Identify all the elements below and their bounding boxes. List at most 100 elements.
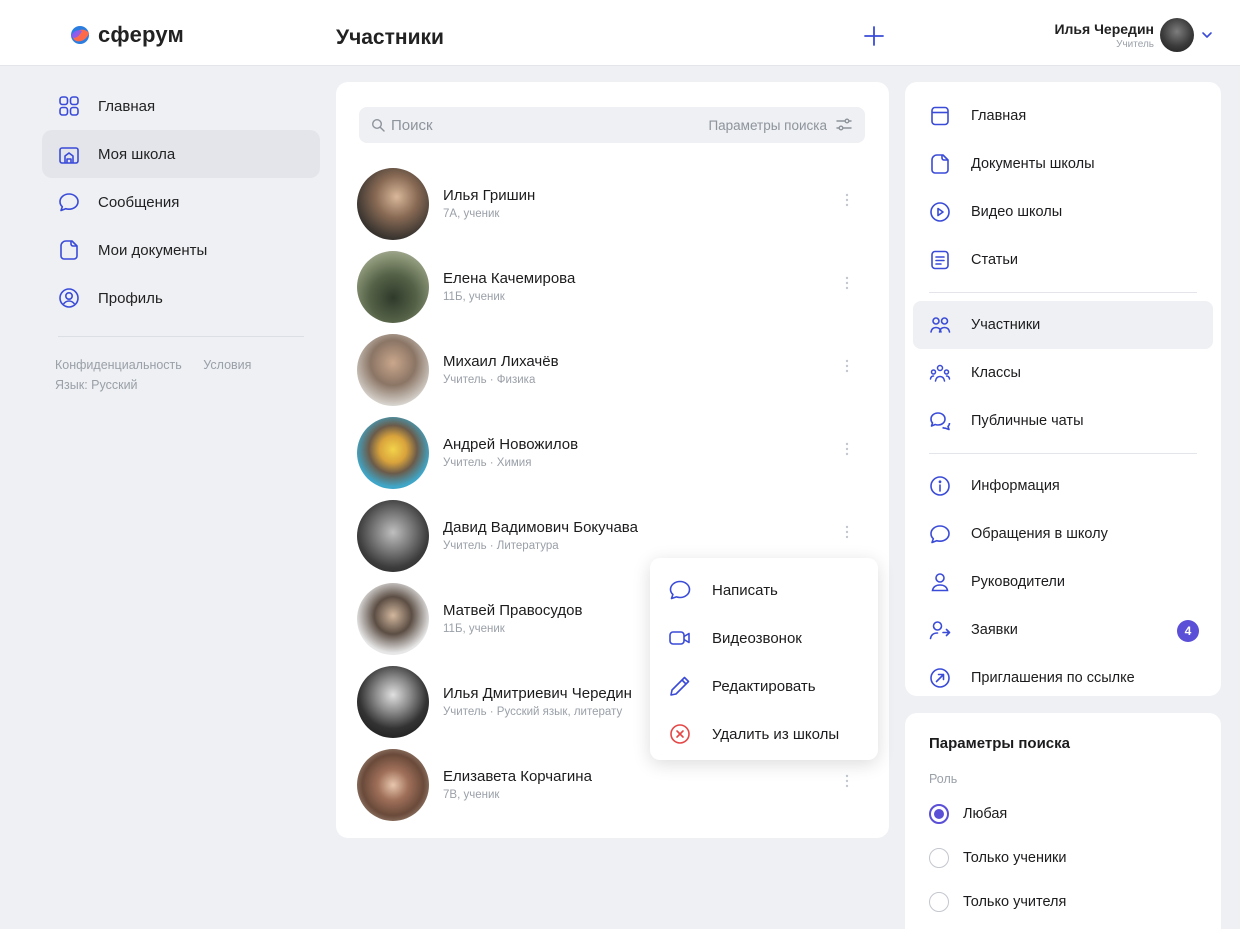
member-name: Илья Гришин [443, 187, 536, 204]
more-vertical-icon[interactable] [843, 275, 851, 291]
menu-item-remove[interactable]: Удалить из школы [650, 710, 878, 758]
member-name: Андрей Новожилов [443, 436, 579, 453]
school-menu-item-appeals[interactable]: Обращения в школу [905, 510, 1221, 558]
member-name: Елена Качемирова [443, 270, 576, 287]
more-vertical-icon[interactable] [843, 441, 851, 457]
school-menu-label: Публичные чаты [971, 413, 1084, 429]
member-row[interactable]: Андрей Новожилов Учитель · Химия [357, 411, 877, 494]
school-menu-item-articles[interactable]: Статьи [905, 236, 1221, 284]
article-icon [931, 250, 949, 270]
person-icon [931, 573, 949, 592]
menu-item-label: Видеозвонок [712, 629, 802, 647]
document-icon [931, 154, 949, 174]
school-menu-item-public-chats[interactable]: Публичные чаты [905, 397, 1221, 445]
search-bar[interactable]: Параметры поиска [359, 107, 865, 143]
filter-icon [836, 118, 852, 131]
info-icon [930, 476, 950, 496]
school-menu-item-info[interactable]: Информация [905, 462, 1221, 510]
member-row[interactable]: Елена Качемирова 11Б, ученик [357, 245, 877, 328]
member-row[interactable]: Илья Гришин 7А, ученик [357, 162, 877, 245]
chevron-down-icon[interactable] [1200, 28, 1214, 42]
nav-item-label: Профиль [98, 289, 163, 307]
search-params-label: Параметры поиска [708, 117, 827, 133]
school-menu-item-home[interactable]: Главная [905, 92, 1221, 140]
user-menu[interactable]: Илья Чередин Учитель [1054, 18, 1214, 52]
radio-unchecked-icon [929, 892, 949, 912]
nav-item-my-documents[interactable]: Мои документы [42, 226, 320, 274]
school-menu-label: Обращения в школу [971, 526, 1108, 542]
more-vertical-icon[interactable] [843, 192, 851, 208]
member-name: Илья Дмитриевич Чередин [443, 685, 632, 702]
member-name: Давид Вадимович Бокучава [443, 519, 638, 536]
avatar [357, 167, 429, 240]
member-name: Елизавета Корчагина [443, 768, 592, 785]
left-footer: Конфиденциальность Условия Язык: Русский [42, 355, 320, 395]
classes-icon [929, 364, 951, 382]
school-menu-item-video[interactable]: Видео школы [905, 188, 1221, 236]
role-label: Роль [929, 772, 958, 786]
remove-circle-icon [670, 724, 690, 744]
menu-item-edit[interactable]: Редактировать [650, 662, 878, 710]
school-menu-label: Заявки [971, 622, 1018, 638]
add-button[interactable] [862, 24, 886, 48]
radio-label: Любая [963, 806, 1008, 822]
more-vertical-icon[interactable] [843, 773, 851, 789]
document-icon [60, 240, 78, 260]
role-option-teachers[interactable]: Только учителя [929, 880, 1197, 924]
avatar [357, 499, 429, 572]
privacy-link[interactable]: Конфиденциальность [55, 358, 182, 372]
more-vertical-icon[interactable] [843, 524, 851, 540]
search-icon [371, 118, 385, 132]
nav-item-messages[interactable]: Сообщения [42, 178, 320, 226]
school-menu-item-documents[interactable]: Документы школы [905, 140, 1221, 188]
search-input[interactable] [391, 116, 709, 134]
school-menu-item-members[interactable]: Участники [913, 301, 1213, 349]
role-option-any[interactable]: Любая [929, 792, 1197, 836]
nav-item-home[interactable]: Главная [42, 82, 320, 130]
role-option-students[interactable]: Только ученики [929, 836, 1197, 880]
nav-item-my-school[interactable]: Моя школа [42, 130, 320, 178]
chat-icon [669, 580, 691, 600]
avatar [357, 250, 429, 323]
nav-item-profile[interactable]: Профиль [42, 274, 320, 322]
school-menu-label: Приглашения по ссылке [971, 670, 1135, 686]
play-circle-icon [930, 202, 950, 222]
avatar [357, 748, 429, 821]
school-menu-label: Информация [971, 478, 1060, 494]
school-menu-item-invite-links[interactable]: Приглашения по ссылке [905, 654, 1221, 702]
member-subtitle: Учитель · Литература [443, 540, 559, 552]
avatar [357, 333, 429, 406]
video-camera-icon [669, 631, 690, 645]
school-menu-label: Документы школы [971, 156, 1095, 172]
link-arrow-icon [930, 668, 950, 688]
divider [58, 336, 304, 337]
radio-checked-icon [929, 804, 949, 824]
school-menu-item-requests[interactable]: Заявки 4 [905, 606, 1221, 654]
avatar [357, 416, 429, 489]
search-params-button[interactable]: Параметры поиска [708, 116, 853, 134]
school-menu-item-managers[interactable]: Руководители [905, 558, 1221, 606]
school-menu-item-classes[interactable]: Классы [905, 349, 1221, 397]
search-params-card: Параметры поиска Роль Любая Только учени… [905, 713, 1221, 929]
nav-item-label: Моя школа [98, 145, 176, 163]
chat-icon [930, 525, 950, 544]
menu-item-write[interactable]: Написать [650, 566, 878, 614]
avatar [357, 582, 429, 655]
menu-item-video-call[interactable]: Видеозвонок [650, 614, 878, 662]
user-role: Учитель [1116, 38, 1154, 50]
member-subtitle: Учитель · Русский язык, литерату [443, 706, 623, 718]
language-link[interactable]: Язык: Русский [55, 375, 320, 395]
member-name: Матвей Правосудов [443, 602, 583, 619]
radio-label: Только учителя [963, 894, 1067, 910]
logo[interactable]: сферум [70, 22, 184, 48]
logo-icon [71, 26, 89, 44]
member-name: Михаил Лихачёв [443, 353, 559, 370]
requests-count-badge: 4 [1177, 620, 1199, 642]
users-icon [930, 317, 951, 333]
school-icon [59, 147, 79, 164]
school-menu-label: Классы [971, 365, 1021, 381]
more-vertical-icon[interactable] [843, 358, 851, 374]
avatar[interactable] [1160, 18, 1194, 52]
terms-link[interactable]: Условия [203, 358, 251, 372]
member-row[interactable]: Михаил Лихачёв Учитель · Физика [357, 328, 877, 411]
